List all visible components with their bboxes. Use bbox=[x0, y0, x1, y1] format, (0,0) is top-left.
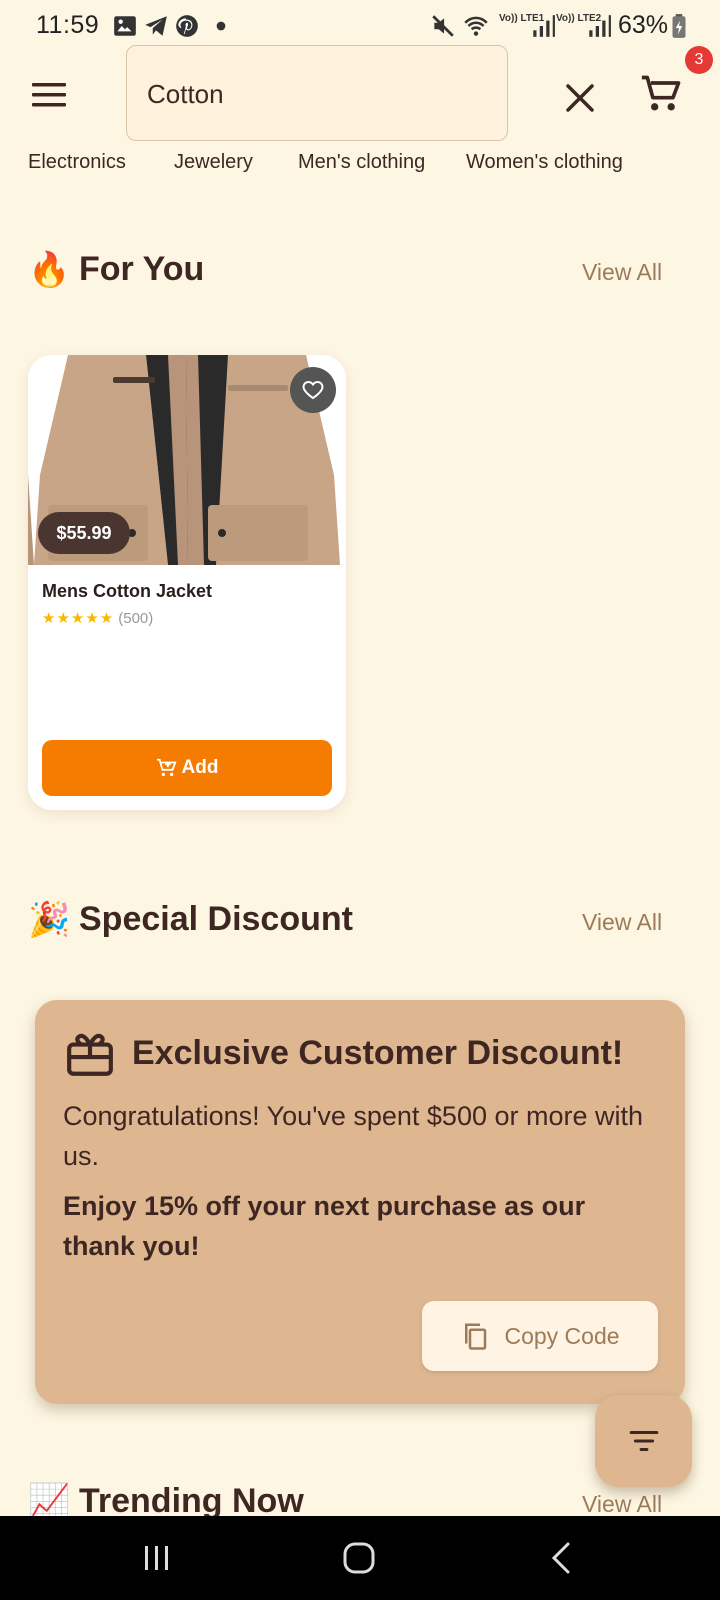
menu-icon[interactable] bbox=[30, 78, 68, 112]
telegram-icon bbox=[145, 16, 167, 36]
product-name: Mens Cotton Jacket bbox=[42, 581, 213, 601]
price-badge: $55.99 bbox=[38, 512, 130, 554]
trending-view-all[interactable]: View All bbox=[582, 1491, 662, 1518]
notification-dot-icon bbox=[216, 21, 226, 31]
special-discount-title: Special Discount bbox=[79, 900, 353, 938]
search-box[interactable] bbox=[126, 45, 508, 141]
system-navigation-bar bbox=[0, 1516, 720, 1600]
party-emoji: 🎉 bbox=[28, 901, 71, 939]
gallery-icon bbox=[114, 16, 136, 36]
discount-card: Exclusive Customer Discount! Congratulat… bbox=[35, 1000, 685, 1404]
pinterest-icon bbox=[176, 15, 198, 37]
rating-stars: ★★★★★ bbox=[42, 610, 115, 627]
category-mens-clothing[interactable]: Men's clothing bbox=[298, 151, 425, 174]
close-icon[interactable] bbox=[560, 78, 600, 118]
review-count: (500) bbox=[118, 610, 154, 627]
battery-level: 63% bbox=[618, 11, 669, 39]
battery-icon bbox=[672, 14, 686, 38]
cart-icon[interactable] bbox=[640, 72, 684, 116]
for-you-view-all[interactable]: View All bbox=[582, 259, 662, 286]
mute-icon bbox=[432, 15, 454, 37]
category-womens-clothing[interactable]: Women's clothing bbox=[466, 151, 623, 174]
gift-card-icon bbox=[67, 1033, 113, 1076]
home-icon[interactable] bbox=[337, 1536, 381, 1580]
cart-add-icon bbox=[156, 758, 177, 777]
fire-emoji: 🔥 bbox=[28, 251, 71, 289]
add-to-cart-button[interactable]: Add bbox=[42, 740, 332, 796]
copy-code-label: Copy Code bbox=[504, 1322, 620, 1349]
copy-icon bbox=[465, 1323, 487, 1350]
status-time: 11:59 bbox=[36, 11, 100, 39]
signal-icon bbox=[589, 15, 611, 37]
category-jewelery[interactable]: Jewelery bbox=[174, 151, 253, 174]
special-discount-view-all[interactable]: View All bbox=[582, 909, 662, 936]
back-icon[interactable] bbox=[540, 1536, 584, 1580]
signal-icon bbox=[533, 15, 555, 37]
discount-message: Congratulations! You've spent $500 or mo… bbox=[63, 1101, 644, 1171]
category-electronics[interactable]: Electronics bbox=[28, 151, 126, 174]
discount-offer: Enjoy 15% off your next purchase as our … bbox=[63, 1191, 586, 1261]
rating-row: ★★★★★ (500) bbox=[42, 609, 153, 627]
filter-icon bbox=[629, 1430, 658, 1452]
product-card[interactable]: $55.99 Mens Cotton Jacket ★★★★★ (500) Add bbox=[28, 355, 346, 810]
add-button-label: Add bbox=[181, 757, 219, 778]
wifi-icon bbox=[464, 16, 488, 36]
recent-apps-icon[interactable] bbox=[135, 1536, 179, 1580]
favorite-button[interactable] bbox=[290, 367, 336, 413]
discount-title: Exclusive Customer Discount! bbox=[132, 1034, 624, 1072]
for-you-title: For You bbox=[79, 250, 205, 288]
heart-icon bbox=[302, 380, 324, 400]
search-input[interactable] bbox=[147, 76, 477, 112]
cart-count-badge: 3 bbox=[685, 46, 713, 74]
filter-button[interactable] bbox=[595, 1395, 692, 1487]
copy-code-button[interactable]: Copy Code bbox=[422, 1301, 658, 1371]
